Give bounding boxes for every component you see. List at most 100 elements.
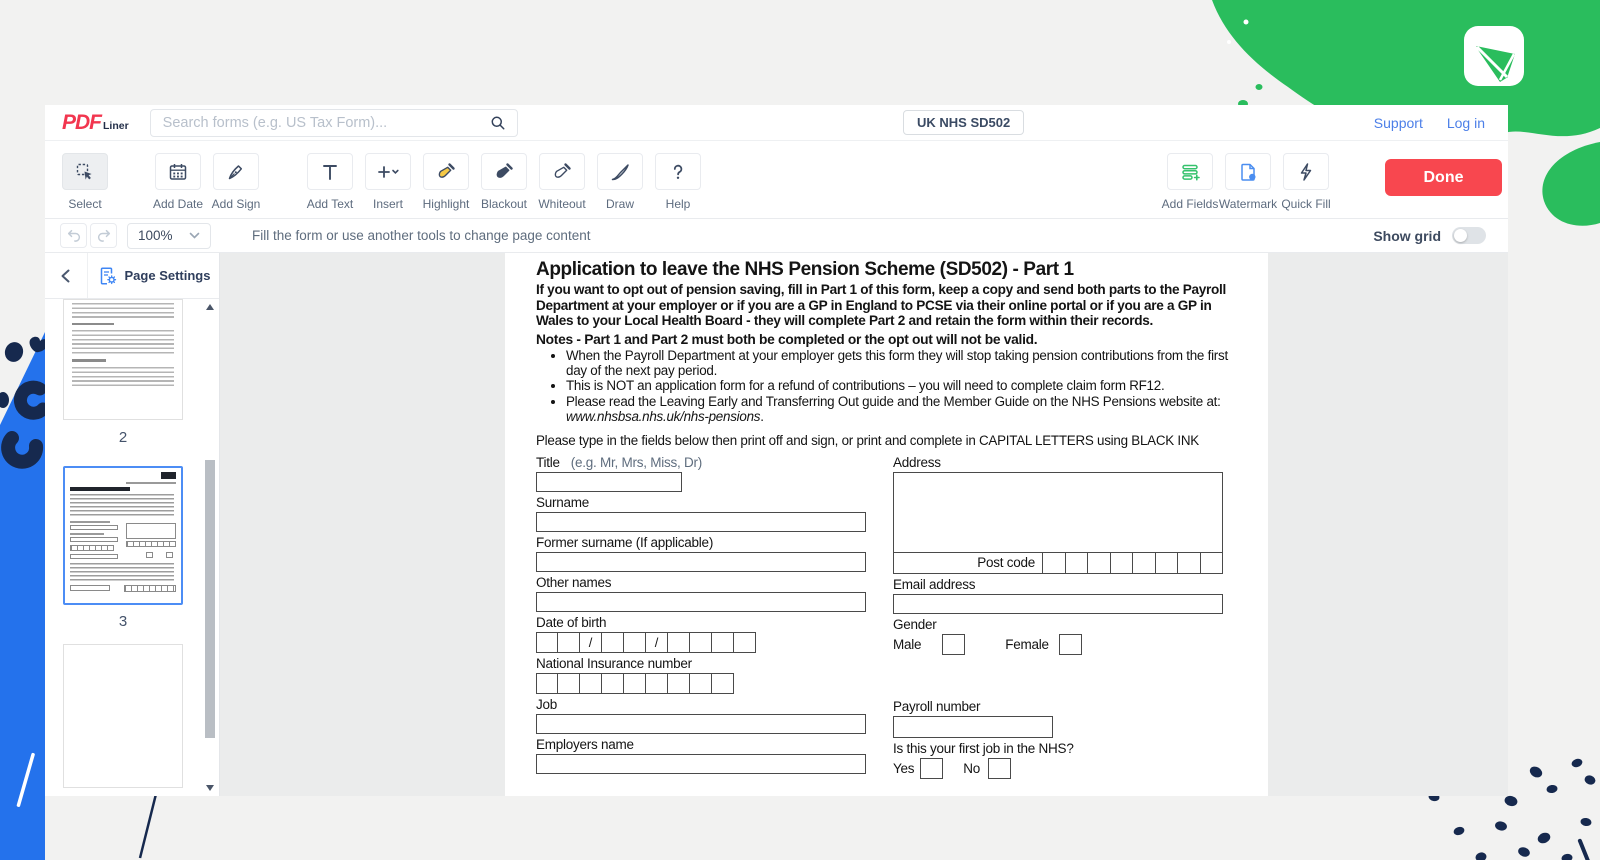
question-icon — [667, 161, 689, 183]
scroll-down-icon[interactable] — [206, 785, 214, 791]
page-3-thumbnail-selected[interactable] — [63, 466, 183, 605]
other-names-field[interactable] — [536, 592, 866, 612]
watermark-icon — [1237, 161, 1259, 183]
toolbar-hint-text: Fill the form or use another tools to ch… — [252, 228, 590, 243]
search-input[interactable] — [161, 114, 489, 132]
plus-chevron-icon — [375, 161, 401, 183]
male-checkbox[interactable] — [942, 634, 965, 655]
female-label: Female — [1005, 637, 1049, 652]
postcode-field[interactable] — [1042, 553, 1222, 573]
title-label: Title(e.g. Mr, Mrs, Miss, Dr) — [536, 456, 866, 470]
gender-label: Gender — [893, 618, 1223, 632]
watermark-button[interactable]: Watermark — [1223, 153, 1273, 211]
quick-fill-button[interactable]: Quick Fill — [1281, 153, 1331, 211]
logo-text-pdf: PDF — [62, 111, 101, 135]
first-job-options: Yes No — [893, 758, 1223, 780]
form-notes-heading: Notes - Part 1 and Part 2 must both be c… — [536, 332, 1236, 347]
employer-label: Employers name — [536, 738, 866, 752]
document-name-badge: UK NHS SD502 — [903, 110, 1024, 135]
surname-field[interactable] — [536, 512, 866, 532]
toolbar-right: Add Fields Watermark Quick Fill — [1165, 153, 1502, 211]
nhs-pensions-url: www.nhsbsa.nhs.uk/nhs-pensions — [566, 409, 760, 424]
workspace: Page Settings 2 — [45, 253, 1508, 796]
address-label: Address — [893, 456, 1223, 470]
page-settings-button[interactable]: Page Settings — [88, 253, 219, 298]
email-label: Email address — [893, 578, 1223, 592]
former-surname-label: Former surname (If applicable) — [536, 536, 866, 550]
no-checkbox[interactable] — [988, 758, 1011, 779]
redo-icon — [95, 227, 113, 245]
whiteout-brush-icon — [551, 161, 573, 183]
email-field[interactable] — [893, 594, 1223, 614]
scrollbar-thumb[interactable] — [205, 460, 215, 738]
support-link[interactable]: Support — [1374, 115, 1423, 131]
male-label: Male — [893, 637, 921, 652]
job-field[interactable] — [536, 714, 866, 734]
dob-field[interactable]: / / — [536, 632, 866, 653]
payroll-field[interactable] — [893, 716, 1053, 738]
add-fields-icon — [1179, 161, 1201, 183]
female-checkbox[interactable] — [1059, 634, 1082, 655]
add-text-button[interactable]: Add Text — [305, 153, 355, 211]
payroll-label: Payroll number — [893, 700, 1223, 714]
search-icon[interactable] — [489, 114, 507, 132]
pdf-page[interactable]: Application to leave the NHS Pension Sch… — [505, 253, 1268, 796]
highlight-button[interactable]: Highlight — [421, 153, 471, 211]
scroll-up-icon[interactable] — [206, 304, 214, 310]
show-grid-toggle[interactable] — [1452, 227, 1486, 244]
highlight-brush-icon — [435, 161, 457, 183]
address-field[interactable]: Post code — [893, 472, 1223, 574]
zoom-value: 100% — [138, 228, 173, 243]
draw-brush-icon — [609, 161, 631, 183]
job-label: Job — [536, 698, 866, 712]
undo-icon — [65, 227, 83, 245]
postcode-label: Post code — [894, 553, 1042, 573]
done-button[interactable]: Done — [1385, 159, 1502, 196]
dob-label: Date of birth — [536, 616, 866, 630]
blackout-brush-icon — [493, 161, 515, 183]
draw-button[interactable]: Draw — [595, 153, 645, 211]
employer-field[interactable] — [536, 754, 866, 774]
select-tool-button[interactable]: Select — [60, 153, 110, 211]
redo-button[interactable] — [90, 223, 117, 248]
show-grid-control: Show grid — [1373, 227, 1486, 244]
screen: PDF Liner UK NHS SD502 Support Log in — [0, 0, 1600, 860]
app-window: PDF Liner UK NHS SD502 Support Log in — [45, 105, 1508, 796]
note-item: When the Payroll Department at your empl… — [566, 348, 1231, 379]
undo-button[interactable] — [60, 223, 87, 248]
add-fields-button[interactable]: Add Fields — [1165, 153, 1215, 211]
lightning-icon — [1295, 161, 1317, 183]
ni-number-field[interactable] — [536, 673, 866, 694]
form-document: Application to leave the NHS Pension Sch… — [505, 259, 1268, 780]
page-3-number: 3 — [63, 613, 183, 630]
help-button[interactable]: Help — [653, 153, 703, 211]
toolbar: Select Add Date — [45, 141, 1508, 219]
page-4-thumbnail[interactable] — [63, 644, 183, 788]
no-label: No — [963, 761, 980, 776]
add-sign-button[interactable]: Add Sign — [211, 153, 261, 211]
page-thumbnails: 2 — [45, 299, 219, 796]
insert-button[interactable]: Insert — [363, 153, 413, 211]
whiteout-button[interactable]: Whiteout — [537, 153, 587, 211]
former-surname-field[interactable] — [536, 552, 866, 572]
login-link[interactable]: Log in — [1447, 115, 1485, 131]
add-date-button[interactable]: Add Date — [153, 153, 203, 211]
pdfliner-logo[interactable]: PDF Liner — [62, 111, 129, 135]
note-item: This is NOT an application form for a re… — [566, 378, 1231, 393]
document-canvas: Application to leave the NHS Pension Sch… — [220, 253, 1508, 796]
form-fields: Title(e.g. Mr, Mrs, Miss, Dr) Surname Fo… — [536, 452, 1236, 780]
form-notes-list: When the Payroll Department at your empl… — [536, 348, 1236, 425]
sub-toolbar: 100% Fill the form or use another tools … — [45, 219, 1508, 253]
sidebar-scrollbar[interactable] — [205, 302, 216, 793]
pages-sidebar: Page Settings 2 — [45, 253, 220, 796]
form-title: Application to leave the NHS Pension Sch… — [536, 259, 1236, 280]
dob-slash: / — [580, 632, 602, 653]
title-field[interactable] — [536, 472, 682, 492]
page-2-thumbnail[interactable] — [63, 299, 183, 420]
yes-checkbox[interactable] — [920, 758, 943, 779]
blackout-button[interactable]: Blackout — [479, 153, 529, 211]
collapse-sidebar-button[interactable] — [45, 253, 88, 298]
zoom-select[interactable]: 100% — [127, 223, 211, 249]
sidebar-header: Page Settings — [45, 253, 219, 299]
form-left-column: Title(e.g. Mr, Mrs, Miss, Dr) Surname Fo… — [536, 452, 866, 780]
